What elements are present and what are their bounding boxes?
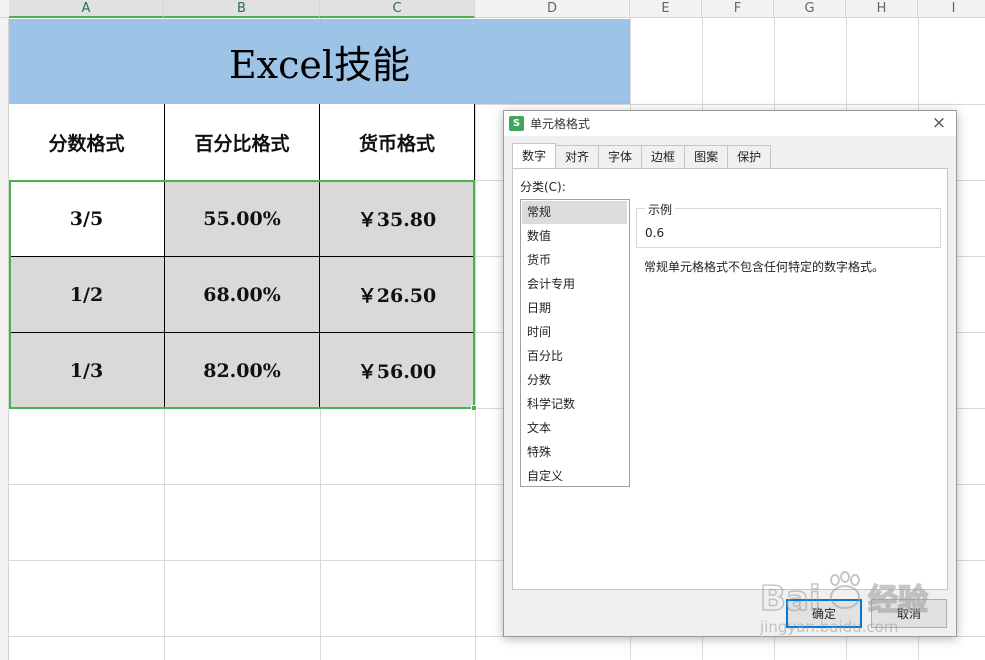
category-item-currency[interactable]: 货币 (522, 249, 627, 272)
dialog-tabs: 数字 对齐 字体 边框 图案 保护 (512, 143, 772, 169)
category-item-special[interactable]: 特殊 (522, 441, 627, 464)
sheet-title-cell[interactable]: Excel技能 (9, 19, 630, 104)
tab-protection[interactable]: 保护 (727, 145, 772, 168)
table-cell-currency[interactable]: ￥35.80 (320, 181, 475, 257)
category-item-number[interactable]: 数值 (522, 225, 627, 248)
column-header-c[interactable]: C (320, 0, 475, 18)
column-header-strip: A B C D E F G H I (0, 0, 985, 18)
ok-button[interactable]: 确定 (786, 599, 862, 628)
column-header-a[interactable]: A (9, 0, 164, 18)
table-cell-percent[interactable]: 82.00% (165, 333, 320, 409)
table-header-fraction[interactable]: 分数格式 (9, 104, 165, 181)
category-item-custom[interactable]: 自定义 (522, 465, 627, 488)
tab-pattern[interactable]: 图案 (684, 145, 729, 168)
cancel-button[interactable]: 取消 (871, 599, 947, 628)
category-list[interactable]: 常规 数值 货币 会计专用 日期 时间 百分比 分数 科学记数 文本 特殊 自定… (520, 199, 630, 487)
tab-border[interactable]: 边框 (641, 145, 686, 168)
row-header-strip (0, 18, 9, 660)
table-cell-fraction[interactable]: 1/2 (9, 257, 165, 333)
column-header-i[interactable]: I (918, 0, 985, 18)
wps-app-icon: S (509, 116, 524, 131)
category-item-text[interactable]: 文本 (522, 417, 627, 440)
column-header-e[interactable]: E (630, 0, 702, 18)
sample-group: 示例 0.6 (636, 201, 941, 248)
column-header-g[interactable]: G (774, 0, 846, 18)
category-item-general[interactable]: 常规 (522, 201, 627, 224)
number-tab-panel: 分类(C): 常规 数值 货币 会计专用 日期 时间 百分比 分数 科学记数 文… (512, 168, 948, 590)
category-item-accounting[interactable]: 会计专用 (522, 273, 627, 296)
category-item-scientific[interactable]: 科学记数 (522, 393, 627, 416)
category-item-date[interactable]: 日期 (522, 297, 627, 320)
table-cell-currency[interactable]: ￥56.00 (320, 333, 475, 409)
category-item-fraction[interactable]: 分数 (522, 369, 627, 392)
table-header-percent[interactable]: 百分比格式 (165, 104, 320, 181)
sample-label: 示例 (645, 201, 676, 218)
category-label: 分类(C): (520, 180, 566, 194)
dialog-titlebar[interactable]: S 单元格格式 × (504, 111, 956, 136)
column-header-f[interactable]: F (702, 0, 774, 18)
table-cell-percent[interactable]: 55.00% (165, 181, 320, 257)
table-cell-percent[interactable]: 68.00% (165, 257, 320, 333)
close-icon[interactable]: × (930, 114, 948, 132)
format-cells-dialog: S 单元格格式 × 数字 对齐 字体 边框 图案 保护 分类(C): 常规 数值… (503, 110, 957, 637)
table-cell-fraction[interactable]: 3/5 (9, 181, 165, 257)
category-item-percentage[interactable]: 百分比 (522, 345, 627, 368)
tab-number[interactable]: 数字 (512, 143, 557, 168)
table-cell-fraction[interactable]: 1/3 (9, 333, 165, 409)
column-header-b[interactable]: B (164, 0, 320, 18)
tab-alignment[interactable]: 对齐 (555, 145, 600, 168)
column-header-h[interactable]: H (846, 0, 918, 18)
tab-font[interactable]: 字体 (598, 145, 643, 168)
gridline (475, 18, 476, 660)
table-cell-currency[interactable]: ￥26.50 (320, 257, 475, 333)
category-item-time[interactable]: 时间 (522, 321, 627, 344)
format-description: 常规单元格格式不包含任何特定的数字格式。 (644, 260, 885, 274)
column-header-d[interactable]: D (475, 0, 630, 18)
fill-handle[interactable] (471, 405, 477, 411)
dialog-title: 单元格格式 (530, 117, 591, 131)
sample-value: 0.6 (645, 226, 665, 240)
table-header-currency[interactable]: 货币格式 (320, 104, 475, 181)
